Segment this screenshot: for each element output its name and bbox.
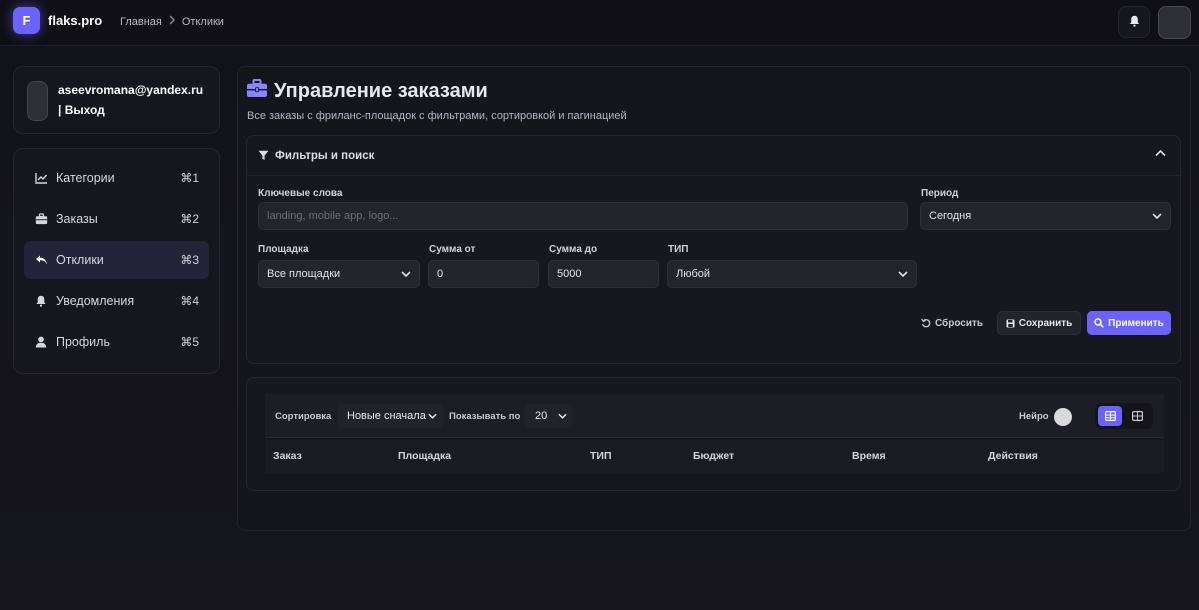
grid-icon [1131,411,1143,421]
bell-icon [34,294,48,308]
reset-label: Сбросить [934,317,984,329]
table-icon [1104,411,1116,421]
column-type[interactable]: ТИП [590,450,612,462]
briefcase-icon [34,212,48,226]
floppy-icon [1006,319,1015,328]
user-icon [34,335,48,349]
sort-select[interactable]: Новые сначала [337,404,443,428]
reply-icon [34,253,48,267]
filter-icon [258,150,269,161]
reset-button[interactable]: Сбросить [919,311,985,335]
page-size-select[interactable]: 20 [525,404,573,428]
brand-name[interactable]: flaks.pro [48,13,102,28]
user-email: aseevromana@yandex.ru [58,83,204,97]
period-label: Период [921,188,959,199]
sidebar-item-label: Уведомления [56,294,135,308]
avatar[interactable] [1158,6,1191,39]
results-panel: Сортировка Новые сначала Показывать по 2… [246,377,1181,491]
grid-view-button[interactable] [1125,406,1149,426]
platform-label: Площадка [258,244,309,255]
results-toolbar: Сортировка Новые сначала Показывать по 2… [265,394,1164,438]
type-value: Любой [676,268,711,280]
filters-header[interactable]: Фильтры и поиск [247,136,1180,176]
logout-link[interactable]: | Выход [58,103,105,117]
table-header: Заказ Площадка ТИП Бюджет Время Действия [265,440,1164,473]
undo-icon [921,318,931,328]
neuro-label: Нейро [1019,411,1049,422]
sidebar-item-responses[interactable]: Отклики ⌘3 [24,241,209,279]
sort-value: Новые сначала [347,410,426,422]
period-select[interactable]: Сегодня [920,202,1171,230]
logo[interactable]: F [13,7,40,34]
chevron-right-icon [168,15,176,28]
page-title-text: Управление заказами [274,80,488,102]
sum-from-input[interactable]: 0 [428,260,539,288]
chevron-down-icon [558,411,567,423]
chevron-up-icon[interactable] [1155,148,1166,160]
page-size-label: Показывать по [449,411,521,422]
keywords-label: Ключевые слова [258,188,343,199]
chevron-down-icon [898,269,908,281]
sidebar-nav: Категории ⌘1 Заказы ⌘2 Отклики ⌘3 Уведом… [13,148,220,374]
table-view-button[interactable] [1098,406,1122,426]
breadcrumb-home[interactable]: Главная [120,16,162,28]
sidebar-item-label: Категории [56,171,115,185]
view-mode-switch [1095,403,1153,429]
user-avatar [27,81,48,121]
filters-title: Фильтры и поиск [275,149,375,162]
keywords-input[interactable]: landing, mobile app, logo... [258,202,908,230]
shortcut-hint: ⌘4 [180,294,199,308]
briefcase-icon [246,79,268,104]
bell-icon [1129,15,1140,30]
column-platform[interactable]: Площадка [398,450,451,462]
page-size-value: 20 [535,410,548,422]
filters-panel: Фильтры и поиск Ключевые слова landing, … [246,135,1181,364]
sidebar-item-label: Профиль [56,335,110,349]
apply-label: Применить [1108,317,1164,329]
shortcut-hint: ⌘1 [180,171,199,185]
search-icon [1094,318,1104,328]
sidebar-item-profile[interactable]: Профиль ⌘5 [24,323,209,361]
save-button[interactable]: Сохранить [997,311,1081,335]
chart-line-icon [34,171,48,185]
sidebar-item-categories[interactable]: Категории ⌘1 [24,159,209,197]
chevron-down-icon [1152,211,1162,223]
chevron-down-icon [401,269,411,281]
top-bar: F flaks.pro Главная Отклики [0,0,1199,46]
page-subtitle: Все заказы с фриланс-площадок с фильтрам… [247,110,627,122]
notifications-button[interactable] [1118,6,1150,38]
column-actions: Действия [988,450,1038,462]
save-label: Сохранить [1018,317,1073,329]
breadcrumb: Главная Отклики [120,15,224,28]
sort-label: Сортировка [275,411,332,422]
column-time[interactable]: Время [852,450,886,462]
breadcrumb-current: Отклики [181,15,224,28]
sidebar-item-orders[interactable]: Заказы ⌘2 [24,200,209,238]
platform-select[interactable]: Все площадки [258,260,420,288]
column-budget[interactable]: Бюджет [693,450,734,462]
sum-to-label: Сумма до [549,244,598,255]
type-label: ТИП [668,244,689,255]
shortcut-hint: ⌘2 [180,212,199,226]
period-value: Сегодня [929,210,972,222]
shortcut-hint: ⌘5 [180,335,199,349]
platform-value: Все площадки [267,268,341,280]
chevron-down-icon [428,411,437,423]
shortcut-hint: ⌘3 [180,253,199,267]
sum-from-label: Сумма от [429,244,476,255]
neuro-toggle[interactable] [1054,408,1072,426]
column-order[interactable]: Заказ [273,450,302,462]
sidebar-item-label: Заказы [56,212,98,226]
user-card: aseevromana@yandex.ru | Выход [13,66,220,134]
page-title: Управление заказами [246,79,488,104]
sidebar-item-notifications[interactable]: Уведомления ⌘4 [24,282,209,320]
apply-button[interactable]: Применить [1087,311,1171,335]
type-select[interactable]: Любой [667,260,917,288]
sidebar-item-label: Отклики [56,253,104,267]
sum-to-input[interactable]: 5000 [548,260,659,288]
